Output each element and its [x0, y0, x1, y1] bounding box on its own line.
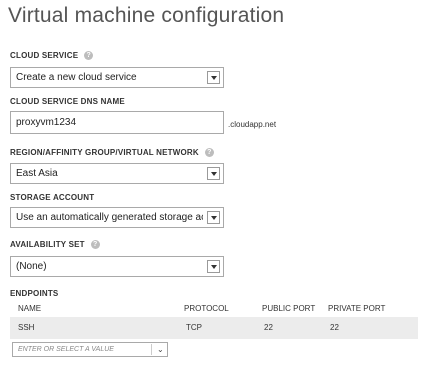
- cloud-service-label-text: CLOUD SERVICE: [10, 51, 79, 60]
- storage-select[interactable]: Use an automatically generated storage a…: [10, 207, 224, 228]
- combo-divider: [151, 344, 152, 355]
- table-row[interactable]: SSH TCP 22 22: [10, 317, 418, 339]
- region-label-text: REGION/AFFINITY GROUP/VIRTUAL NETWORK: [10, 148, 199, 157]
- endpoint-protocol: TCP: [186, 323, 202, 332]
- question-icon[interactable]: ?: [84, 51, 94, 60]
- cloud-service-value: Create a new cloud service: [16, 72, 137, 83]
- cloud-service-label: CLOUD SERVICE ?: [10, 51, 94, 60]
- dns-name-value: proxyvm1234: [16, 117, 77, 128]
- endpoints-label: ENDPOINTS: [10, 289, 58, 298]
- chevron-down-icon[interactable]: [207, 260, 220, 273]
- region-select[interactable]: East Asia: [10, 163, 224, 184]
- chevron-down-icon[interactable]: ⌄: [157, 345, 164, 354]
- region-value: East Asia: [16, 168, 58, 179]
- availability-value: (None): [16, 261, 47, 272]
- availability-label: AVAILABILITY SET ?: [10, 240, 100, 249]
- endpoints-label-text: ENDPOINTS: [10, 289, 59, 298]
- add-endpoint-combo[interactable]: ENTER OR SELECT A VALUE ⌄: [12, 342, 168, 357]
- dns-name-label: CLOUD SERVICE DNS NAME: [10, 97, 125, 106]
- question-icon[interactable]: ?: [90, 240, 100, 249]
- chevron-down-icon[interactable]: [207, 167, 220, 180]
- dns-suffix: .cloudapp.net: [228, 120, 277, 129]
- add-endpoint-placeholder: ENTER OR SELECT A VALUE: [18, 346, 114, 353]
- chevron-down-icon[interactable]: [207, 211, 220, 224]
- page-title: Virtual machine configuration: [8, 4, 285, 27]
- chevron-down-icon[interactable]: [207, 71, 220, 84]
- dns-name-label-text: CLOUD SERVICE DNS NAME: [10, 97, 125, 106]
- endpoint-private-port: 22: [330, 323, 339, 332]
- endpoint-public-port: 22: [264, 323, 273, 332]
- column-header-protocol: PROTOCOL: [184, 304, 229, 313]
- storage-label: STORAGE ACCOUNT: [10, 193, 94, 202]
- availability-select[interactable]: (None): [10, 256, 224, 277]
- availability-label-text: AVAILABILITY SET: [10, 240, 85, 249]
- column-header-name: NAME: [18, 304, 42, 313]
- column-header-public-port: PUBLIC PORT: [262, 304, 316, 313]
- endpoint-name: SSH: [18, 323, 35, 332]
- region-label: REGION/AFFINITY GROUP/VIRTUAL NETWORK ?: [10, 148, 214, 157]
- storage-value: Use an automatically generated storage a…: [16, 212, 203, 223]
- column-header-private-port: PRIVATE PORT: [328, 304, 386, 313]
- storage-label-text: STORAGE ACCOUNT: [10, 193, 95, 202]
- cloud-service-select[interactable]: Create a new cloud service: [10, 67, 224, 88]
- question-icon[interactable]: ?: [204, 148, 214, 157]
- dns-name-input[interactable]: proxyvm1234: [10, 111, 224, 134]
